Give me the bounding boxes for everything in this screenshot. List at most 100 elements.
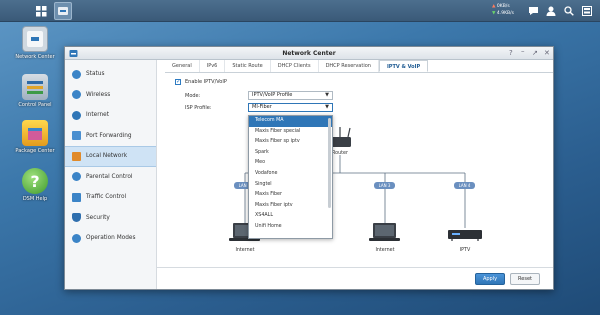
widgets-icon: [582, 6, 592, 16]
isp-profile-select[interactable]: MI-Fiber ▼: [248, 103, 333, 112]
set-top-box-icon: [448, 230, 482, 241]
status-icon: [72, 69, 81, 79]
desktop-icon-package-center[interactable]: Package Center: [5, 120, 65, 154]
laptop-icon: [369, 223, 400, 241]
mode-select[interactable]: IPTV/VoIP Profile ▼: [248, 91, 333, 100]
desktop-icon-network-center[interactable]: Network Center: [5, 26, 65, 60]
sidebar-item-label: Operation Modes: [86, 235, 136, 242]
isp-option[interactable]: Singtel: [249, 180, 332, 191]
isp-profile-dropdown: Telecom MA Maxis Fiber special Maxis Fib…: [248, 115, 333, 239]
isp-option[interactable]: Spark: [249, 148, 332, 159]
network-center-window: Network Center ? – ↗ ✕ Status Wireless I…: [64, 46, 554, 290]
control-panel-icon: [22, 74, 48, 100]
taskbar-network-center[interactable]: [54, 2, 72, 20]
maximize-icon[interactable]: ↗: [532, 49, 538, 57]
sidebar-item-label: Port Forwarding: [86, 132, 132, 139]
sidebar-item-local-network[interactable]: Local Network: [65, 146, 156, 167]
tab-static-route[interactable]: Static Route: [225, 60, 271, 72]
gear-icon: [72, 233, 81, 243]
network-speed: ▲ 0KB/s ▼ 4.9KB/s: [492, 4, 514, 16]
traffic-control-icon: [72, 192, 81, 202]
desktop-icon-label: Control Panel: [18, 102, 52, 108]
desktop-icon-control-panel[interactable]: Control Panel: [5, 74, 65, 108]
search-icon: [564, 6, 574, 16]
main-menu-button[interactable]: [32, 2, 50, 20]
parental-control-icon: [72, 172, 81, 182]
isp-option[interactable]: XS4ALL: [249, 211, 332, 222]
sidebar-item-internet[interactable]: Internet: [65, 105, 156, 126]
isp-option[interactable]: Meo: [249, 158, 332, 169]
desktop-icon-label: Package Center: [15, 148, 55, 154]
mode-value: IPTV/VoIP Profile: [252, 92, 293, 98]
device-label: Internet: [235, 248, 255, 253]
sidebar-item-label: Security: [86, 214, 110, 221]
isp-option[interactable]: Maxis Fiber iptv: [249, 201, 332, 212]
package-center-icon: [22, 120, 48, 146]
device-label: Internet: [375, 248, 395, 253]
sidebar-item-wireless[interactable]: Wireless: [65, 85, 156, 106]
minimize-icon[interactable]: –: [521, 47, 525, 55]
sidebar-item-label: Status: [86, 71, 105, 78]
sidebar-item-traffic-control[interactable]: Traffic Control: [65, 187, 156, 208]
isp-option[interactable]: Telecom MA: [249, 116, 332, 127]
isp-option[interactable]: Unifi Home: [249, 222, 332, 233]
device-label: IPTV: [459, 248, 471, 253]
close-icon[interactable]: ✕: [544, 49, 550, 57]
mode-label: Mode:: [185, 93, 201, 99]
sidebar-item-label: Internet: [86, 112, 110, 119]
iptv-voip-panel: LAN 1 LAN 2 LAN 3 LAN 4 Router Internet …: [165, 73, 553, 267]
isp-profile-label: ISP Profile:: [185, 105, 212, 111]
sidebar-item-label: Parental Control: [86, 173, 133, 180]
window-footer: Apply Reset: [157, 267, 553, 289]
svg-text:?: ?: [30, 172, 39, 191]
help-icon[interactable]: ?: [509, 49, 513, 57]
sidebar-item-operation-modes[interactable]: Operation Modes: [65, 228, 156, 249]
sidebar-item-label: Traffic Control: [86, 194, 127, 201]
tab-dhcp-reservation[interactable]: DHCP Reservation: [319, 60, 379, 72]
desktop-icon-label: Network Center: [15, 54, 55, 60]
chat-button[interactable]: [524, 2, 542, 20]
isp-option[interactable]: Maxis Fiber: [249, 190, 332, 201]
tab-dhcp-clients[interactable]: DHCP Clients: [271, 60, 319, 72]
sidebar-item-status[interactable]: Status: [65, 64, 156, 85]
grid-icon: [35, 5, 46, 16]
speed-up: 0KB/s: [496, 4, 510, 9]
network-diagram: [229, 127, 482, 241]
user-icon: [546, 6, 556, 16]
chevron-down-icon: ▼: [325, 92, 329, 98]
widgets-button[interactable]: [578, 2, 596, 20]
tab-bar: General IPv6 Static Route DHCP Clients D…: [165, 60, 553, 73]
apply-button[interactable]: Apply: [475, 273, 505, 285]
tab-ipv6[interactable]: IPv6: [200, 60, 226, 72]
isp-option[interactable]: Vodafone: [249, 169, 332, 180]
network-center-icon: [58, 7, 68, 15]
isp-profile-value: MI-Fiber: [252, 104, 272, 110]
dropdown-scrollbar[interactable]: [328, 118, 331, 208]
desktop-icon-dsm-help[interactable]: ? DSM Help: [5, 168, 65, 202]
enable-iptv-checkbox[interactable]: ✓: [175, 79, 181, 85]
sidebar-item-label: Wireless: [86, 91, 111, 98]
tab-iptv-voip[interactable]: IPTV & VoIP: [378, 60, 429, 72]
speed-down: 4.9KB/s: [496, 11, 514, 16]
port-forwarding-icon: [72, 131, 81, 141]
window-titlebar[interactable]: Network Center ? – ↗ ✕: [65, 47, 553, 60]
chevron-down-icon: ▼: [325, 104, 329, 110]
network-center-icon: [22, 26, 48, 52]
isp-option[interactable]: Maxis Fiber sp iptv: [249, 137, 332, 148]
desktop-icon-label: DSM Help: [22, 196, 48, 202]
chat-icon: [528, 7, 538, 15]
isp-option[interactable]: Maxis Fiber special: [249, 127, 332, 138]
reset-button[interactable]: Reset: [510, 273, 540, 285]
taskbar: ▲ 0KB/s ▼ 4.9KB/s: [0, 0, 600, 22]
lan-4-badge: LAN 4: [454, 182, 475, 189]
wireless-icon: [72, 90, 81, 100]
search-button[interactable]: [560, 2, 578, 20]
enable-iptv-label: Enable IPTV/VoIP: [185, 79, 227, 85]
tab-general[interactable]: General: [165, 60, 200, 72]
sidebar-item-port-forwarding[interactable]: Port Forwarding: [65, 126, 156, 147]
sidebar-item-security[interactable]: Security: [65, 208, 156, 229]
sidebar-item-label: Local Network: [86, 153, 128, 160]
lan-3-badge: LAN 3: [374, 182, 395, 189]
sidebar-item-parental-control[interactable]: Parental Control: [65, 167, 156, 188]
user-button[interactable]: [542, 2, 560, 20]
